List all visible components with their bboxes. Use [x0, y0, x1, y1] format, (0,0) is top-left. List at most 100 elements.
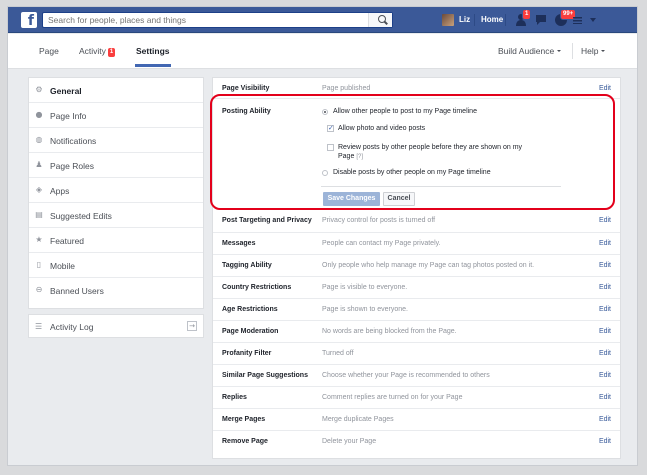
activity-badge: 1 [107, 48, 116, 57]
edit-link[interactable]: Edit [599, 328, 611, 335]
list-icon: ☰ [35, 322, 43, 331]
sidebar-item-suggested-edits[interactable]: ▤ Suggested Edits [29, 203, 203, 228]
setting-value: Page is visible to everyone. [322, 284, 408, 291]
activity-log-link[interactable]: ☰ Activity Log → [28, 314, 204, 338]
review-posts-label-page: Page [338, 153, 355, 160]
search-icon [378, 15, 386, 23]
setting-value: Page is shown to everyone. [322, 306, 408, 313]
settings-row: Tagging Ability Only people who help man… [213, 255, 620, 277]
settings-row-page-visibility: Page Visibility Page published Edit [213, 78, 620, 99]
setting-value: Choose whether your Page is recommended … [322, 372, 490, 379]
review-posts-label-cont: Page [?] [338, 153, 363, 160]
search-button[interactable] [368, 13, 392, 27]
home-link[interactable]: Home [481, 15, 503, 24]
setting-value: Comment replies are turned on for your P… [322, 394, 463, 401]
review-posts-label: Review posts by other people before they… [338, 144, 523, 151]
setting-label: Posting Ability [222, 108, 271, 115]
sidebar-item-label: Banned Users [50, 286, 104, 296]
cancel-button[interactable]: Cancel [383, 192, 415, 206]
edit-link[interactable]: Edit [599, 284, 611, 291]
sidebar-item-apps[interactable]: ◈ Apps [29, 178, 203, 203]
edit-link[interactable]: Edit [599, 85, 611, 92]
edit-link[interactable]: Edit [599, 350, 611, 357]
divider [321, 186, 561, 187]
allow-posts-radio[interactable] [322, 109, 328, 115]
setting-value: Page published [322, 85, 371, 92]
review-posts-checkbox[interactable] [327, 144, 334, 151]
setting-label: Merge Pages [222, 416, 266, 423]
sidebar-item-general[interactable]: ⚙ General [29, 78, 203, 103]
setting-label: Messages [222, 240, 256, 247]
account-menu-caret-icon[interactable] [590, 18, 596, 22]
search-box[interactable] [42, 12, 393, 28]
setting-label: Profanity Filter [222, 350, 272, 357]
sidebar-item-page-info[interactable]: ● Page Info [29, 103, 203, 128]
sidebar-item-label: Page Roles [50, 161, 94, 171]
tab-page[interactable]: Page [39, 46, 59, 56]
active-tab-indicator [135, 64, 171, 67]
allow-photo-video-checkbox[interactable] [327, 124, 334, 132]
disable-posts-radio[interactable] [322, 170, 328, 176]
sidebar-item-mobile[interactable]: ▯ Mobile [29, 253, 203, 278]
setting-label: Age Restrictions [222, 306, 278, 313]
settings-row: Merge Pages Merge duplicate Pages Edit [213, 409, 620, 431]
messages-icon[interactable] [534, 12, 550, 27]
build-audience-menu[interactable]: Build Audience [498, 46, 562, 56]
tab-settings[interactable]: Settings [136, 46, 170, 56]
chevron-down-icon [601, 50, 606, 52]
info-icon: ● [35, 110, 43, 119]
help-menu[interactable]: Help [581, 46, 606, 56]
cube-icon: ◈ [35, 185, 43, 194]
sidebar-item-label: Page Info [50, 111, 87, 121]
gear-icon: ⚙ [35, 85, 43, 94]
setting-label: Tagging Ability [222, 262, 272, 269]
sidebar-item-banned-users[interactable]: ⊖ Banned Users [29, 278, 203, 303]
sidebar-item-notifications[interactable]: ◍ Notifications [29, 128, 203, 153]
settings-row: Messages People can contact my Page priv… [213, 233, 620, 255]
settings-row: Page Moderation No words are being block… [213, 321, 620, 343]
divider [505, 14, 506, 26]
settings-sidebar: ⚙ General ● Page Info ◍ Notifications ♟ … [28, 77, 204, 309]
edit-link[interactable]: Edit [599, 217, 611, 224]
edit-link[interactable]: Edit [599, 262, 611, 269]
sidebar-item-label: General [50, 86, 82, 96]
notifications-globe-icon[interactable]: 99+ [553, 9, 577, 27]
settings-row: Profanity Filter Turned off Edit [213, 343, 620, 365]
sidebar-item-label: Suggested Edits [50, 211, 112, 221]
save-changes-button[interactable]: Save Changes [323, 192, 380, 206]
facebook-logo[interactable]: f [21, 12, 37, 28]
activity-log-label: Activity Log [50, 322, 94, 332]
setting-label: Country Restrictions [222, 284, 292, 291]
friend-requests-icon[interactable]: 1 [515, 9, 532, 27]
divider [572, 43, 573, 59]
settings-panel: Page Visibility Page published Edit Post… [212, 77, 621, 459]
setting-label: Remove Page [222, 438, 268, 445]
settings-row: Country Restrictions Page is visible to … [213, 277, 620, 299]
setting-value: Merge duplicate Pages [322, 416, 394, 423]
edit-link[interactable]: Edit [599, 372, 611, 379]
edit-link[interactable]: Edit [599, 240, 611, 247]
edit-link[interactable]: Edit [599, 416, 611, 423]
sidebar-item-featured[interactable]: ★ Featured [29, 228, 203, 253]
allow-photo-video-label: Allow photo and video posts [338, 125, 426, 132]
edit-link[interactable]: Edit [599, 438, 611, 445]
setting-value: Delete your Page [322, 438, 377, 445]
divider [474, 14, 475, 26]
tab-activity[interactable]: Activity 1 [79, 46, 116, 57]
privacy-shortcuts-icon[interactable] [573, 16, 582, 24]
globe-icon: ◍ [35, 135, 43, 144]
avatar[interactable] [442, 14, 454, 26]
edit-link[interactable]: Edit [599, 306, 611, 313]
sidebar-item-page-roles[interactable]: ♟ Page Roles [29, 153, 203, 178]
sidebar-item-label: Featured [50, 236, 85, 246]
settings-row: Remove Page Delete your Page Edit [213, 431, 620, 453]
edit-link[interactable]: Edit [599, 394, 611, 401]
setting-value: Only people who help manage my Page can … [322, 262, 535, 269]
search-input[interactable] [43, 13, 363, 27]
profile-link[interactable]: Liz [459, 15, 470, 24]
setting-label: Page Visibility [222, 85, 270, 92]
help-icon[interactable]: [?] [356, 154, 363, 160]
setting-label: Similar Page Suggestions [222, 372, 308, 379]
setting-label: Replies [222, 394, 247, 401]
setting-value: No words are being blocked from the Page… [322, 328, 457, 335]
